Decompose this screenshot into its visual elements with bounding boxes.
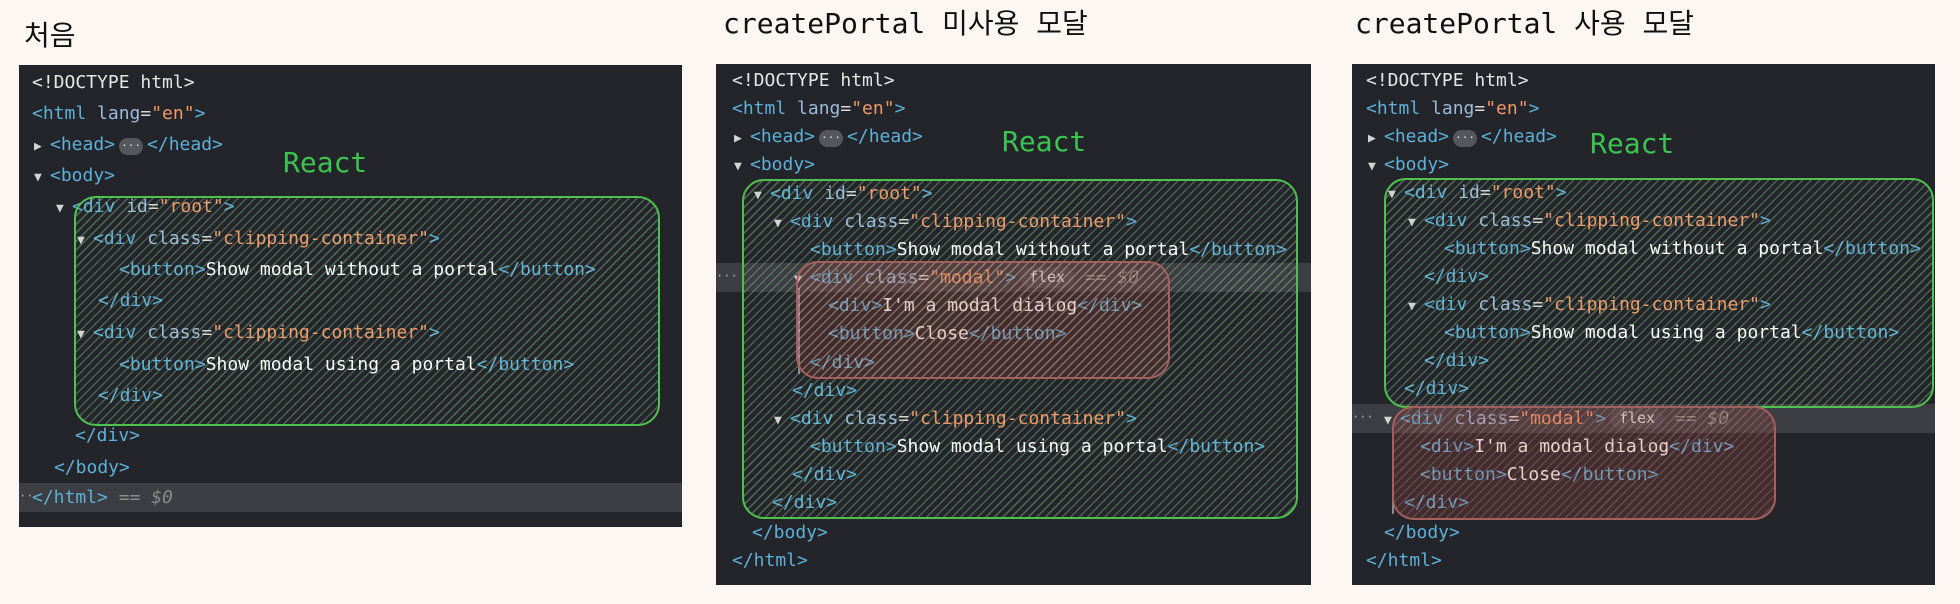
collapse-arrow-icon[interactable]: ▼ <box>774 406 790 435</box>
react-label: React <box>1002 125 1087 158</box>
collapse-arrow-icon[interactable]: ▼ <box>1408 208 1424 237</box>
react-label: React <box>1590 127 1675 160</box>
flex-badge[interactable]: flex <box>1019 267 1075 288</box>
more-dots-icon[interactable]: ··· <box>1352 410 1374 424</box>
dom-line-root[interactable]: ▼ <div id="root"> <box>19 192 682 221</box>
dom-line-dialog[interactable]: <div>I'm a modal dialog</div> <box>716 291 1311 320</box>
dom-line-clipping-1[interactable]: ▼ <div class="clipping-container"> <box>19 224 682 253</box>
collapse-arrow-icon[interactable]: ▼ <box>1408 292 1424 321</box>
dom-line-button-using[interactable]: <button>Show modal using a portal</butto… <box>716 432 1311 461</box>
panel-title-without-portal: createPortal 미사용 모달 <box>723 7 1088 40</box>
dom-line-dialog[interactable]: <div>I'm a modal dialog</div> <box>1352 432 1935 461</box>
ellipsis-icon[interactable]: ··· <box>1453 130 1478 147</box>
collapse-arrow-icon[interactable]: ▼ <box>754 181 770 210</box>
collapse-arrow-icon[interactable]: ▼ <box>77 226 93 255</box>
devtools-panel-initial: <!DOCTYPE html> <html lang="en"> ▶ <head>… <box>19 65 682 527</box>
dom-line-div-close[interactable]: </div> <box>1352 262 1935 291</box>
indent-guide <box>1392 430 1394 514</box>
devtools-panel-with-portal: <!DOCTYPE html> <html lang="en"> ▶ <head>… <box>1352 64 1935 585</box>
dom-line-close-button[interactable]: <button>Close</button> <box>716 319 1311 348</box>
dom-line-root[interactable]: ▼ <div id="root"> <box>716 179 1311 208</box>
collapse-arrow-icon[interactable]: ▼ <box>774 209 790 238</box>
dom-line-modal-close[interactable]: </div> <box>1352 488 1935 517</box>
panel-title-with-portal: createPortal 사용 모달 <box>1355 7 1695 40</box>
dom-line-div-close[interactable]: </div> <box>19 286 682 315</box>
dom-line-modal-selected[interactable]: ▼ <div class="modal"> flex == $0 <box>1352 404 1935 433</box>
dom-line-root[interactable]: ▼ <div id="root"> <box>1352 178 1935 207</box>
dom-line-clipping-2[interactable]: ▼ <div class="clipping-container"> <box>19 318 682 347</box>
dom-line-body-close[interactable]: </body> <box>716 518 1311 547</box>
expand-arrow-icon[interactable]: ▶ <box>34 132 50 161</box>
dom-line-clipping-1[interactable]: ▼ <div class="clipping-container"> <box>716 207 1311 236</box>
collapse-arrow-icon[interactable]: ▼ <box>77 320 93 349</box>
dom-line-button-using[interactable]: <button>Show modal using a portal</butto… <box>19 350 682 379</box>
dom-line-div-close[interactable]: </div> <box>716 376 1311 405</box>
dom-line-close-button[interactable]: <button>Close</button> <box>1352 460 1935 489</box>
react-label: React <box>283 146 368 179</box>
expand-arrow-icon[interactable]: ▶ <box>1368 124 1384 153</box>
dom-line-body-close[interactable]: </body> <box>1352 518 1935 547</box>
dom-line-root-close[interactable]: </div> <box>1352 374 1935 403</box>
more-dots-icon[interactable]: ·· <box>19 489 33 503</box>
dom-line-html[interactable]: <html lang="en"> <box>19 99 682 128</box>
dom-line-div-close[interactable]: </div> <box>1352 346 1935 375</box>
flex-badge[interactable]: flex <box>1609 408 1665 429</box>
dom-line-html-close[interactable]: </html> <box>1352 546 1935 575</box>
dom-line-doctype: <!DOCTYPE html> <box>732 70 895 91</box>
dom-line-button-without[interactable]: <button>Show modal without a portal</but… <box>19 255 682 284</box>
indent-guide <box>798 288 800 374</box>
dom-line-html-close-selected[interactable]: </html> == $0 <box>19 483 682 512</box>
collapse-arrow-icon[interactable]: ▼ <box>34 163 50 192</box>
dom-line-div-close[interactable]: </div> <box>716 460 1311 489</box>
dom-line-button-using[interactable]: <button>Show modal using a portal</butto… <box>1352 318 1935 347</box>
panel-title-initial: 처음 <box>24 19 76 52</box>
dom-line-button-without[interactable]: <button>Show modal without a portal</but… <box>1352 234 1935 263</box>
dom-line-div-close[interactable]: </div> <box>19 381 682 410</box>
dom-line-modal-selected[interactable]: ▼ <div class="modal"> flex == $0 <box>716 263 1311 292</box>
ellipsis-icon[interactable]: ··· <box>119 138 144 155</box>
dom-line-root-close[interactable]: </div> <box>716 488 1311 517</box>
dom-line-html[interactable]: <html lang="en"> <box>1352 94 1935 123</box>
expand-arrow-icon[interactable]: ▶ <box>734 124 750 153</box>
dom-line-doctype: <!DOCTYPE html> <box>1366 70 1529 91</box>
collapse-arrow-icon[interactable]: ▼ <box>734 152 750 181</box>
dom-line-clipping-1[interactable]: ▼ <div class="clipping-container"> <box>1352 206 1935 235</box>
dom-line-body-close[interactable]: </body> <box>19 453 682 482</box>
dom-line-button-without[interactable]: <button>Show modal without a portal</but… <box>716 235 1311 264</box>
more-dots-icon[interactable]: ··· <box>716 269 738 283</box>
dom-line-clipping-2[interactable]: ▼ <div class="clipping-container"> <box>1352 290 1935 319</box>
dom-line-doctype: <!DOCTYPE html> <box>32 72 195 93</box>
dom-line-root-close[interactable]: </div> <box>19 421 682 450</box>
collapse-arrow-icon[interactable]: ▼ <box>1388 180 1404 209</box>
collapse-arrow-icon[interactable]: ▼ <box>1368 152 1384 181</box>
collapse-arrow-icon[interactable]: ▼ <box>794 265 810 294</box>
dom-line-modal-close[interactable]: </div> <box>716 348 1311 377</box>
dom-line-html[interactable]: <html lang="en"> <box>716 94 1311 123</box>
collapse-arrow-icon[interactable]: ▼ <box>56 194 72 223</box>
devtools-panel-without-portal: <!DOCTYPE html> <html lang="en"> ▶ <head>… <box>716 64 1311 585</box>
dom-line-html-close[interactable]: </html> <box>716 546 1311 575</box>
dom-line-clipping-2[interactable]: ▼ <div class="clipping-container"> <box>716 404 1311 433</box>
ellipsis-icon[interactable]: ··· <box>819 130 844 147</box>
